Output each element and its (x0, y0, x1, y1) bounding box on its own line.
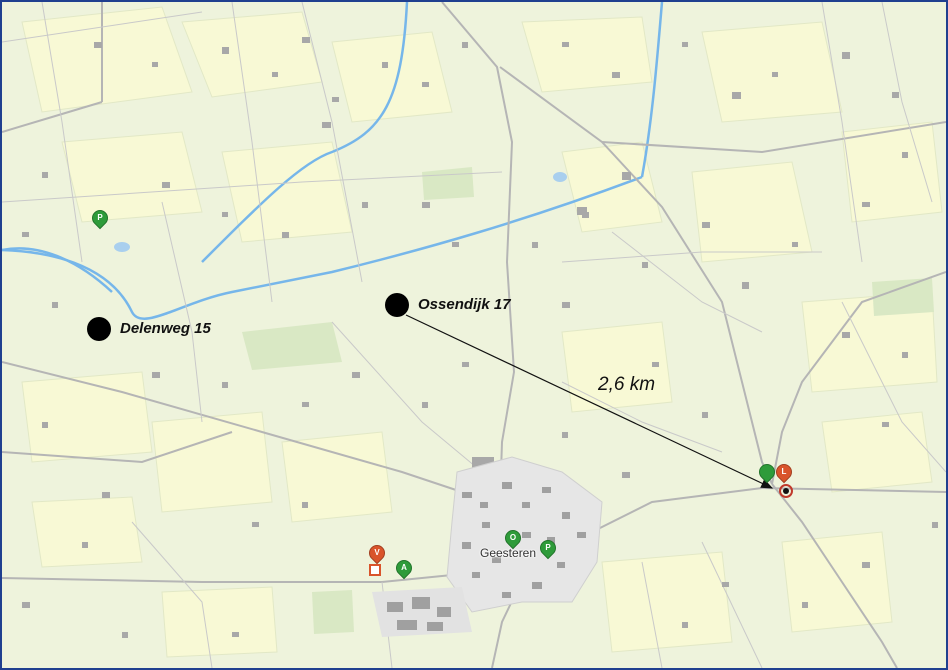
poi-pin-letter: A (401, 563, 407, 572)
poi-pin-letter: P (545, 543, 551, 552)
poi-pin-letter (760, 465, 774, 479)
ossendijk-label: Ossendijk 17 (418, 296, 511, 313)
red-square-icon (369, 564, 381, 576)
poi-pin-letter: V (374, 548, 380, 557)
ossendijk-dot[interactable] (385, 293, 409, 317)
distance-label: 2,6 km (598, 374, 656, 395)
delenweg-dot[interactable] (87, 317, 111, 341)
map-frame[interactable]: Delenweg 15 Ossendijk 17 2,6 km Geestere… (0, 0, 948, 670)
poi-pin-letter: L (781, 467, 787, 476)
poi-pin-letter: O (509, 533, 517, 542)
town-label: Geesteren (480, 546, 537, 560)
poi-pin-letter: P (97, 213, 103, 222)
delenweg-label: Delenweg 15 (120, 320, 211, 337)
